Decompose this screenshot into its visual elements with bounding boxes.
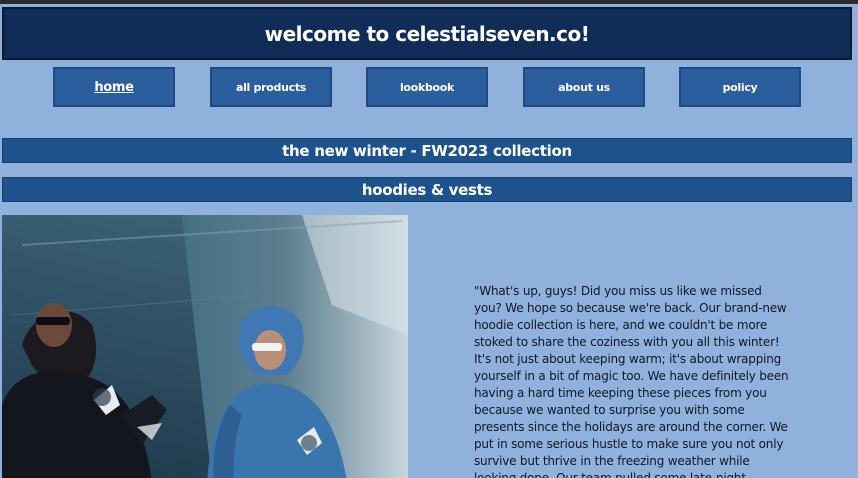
- lookbook-photo: [2, 215, 408, 478]
- nav-policy-label: policy: [722, 80, 758, 94]
- page: welcome to celestialseven.co! home all p…: [0, 0, 858, 478]
- collection-title: the new winter - FW2023 collection: [282, 141, 572, 160]
- site-title: welcome to celestialseven.co!: [264, 21, 590, 46]
- site-header: welcome to celestialseven.co!: [2, 7, 852, 60]
- nav-lookbook-button[interactable]: lookbook: [366, 67, 488, 107]
- nav-home-label: home: [94, 79, 134, 95]
- main-nav: home all products lookbook about us poli…: [0, 67, 858, 109]
- nav-home-button[interactable]: home: [53, 67, 175, 107]
- category-banner: hoodies & vests: [2, 177, 852, 202]
- nav-about-us-label: about us: [558, 80, 610, 94]
- nav-all-products-button[interactable]: all products: [210, 67, 332, 107]
- category-title: hoodies & vests: [361, 180, 493, 199]
- nav-policy-button[interactable]: policy: [679, 67, 801, 107]
- nav-lookbook-label: lookbook: [399, 80, 455, 94]
- nav-about-us-button[interactable]: about us: [523, 67, 645, 107]
- lookbook-photo-illustration: [2, 215, 408, 478]
- collection-banner: the new winter - FW2023 collection: [2, 138, 852, 163]
- nav-all-products-label: all products: [235, 80, 307, 94]
- collection-story: "What's up, guys! Did you miss us like w…: [474, 284, 789, 478]
